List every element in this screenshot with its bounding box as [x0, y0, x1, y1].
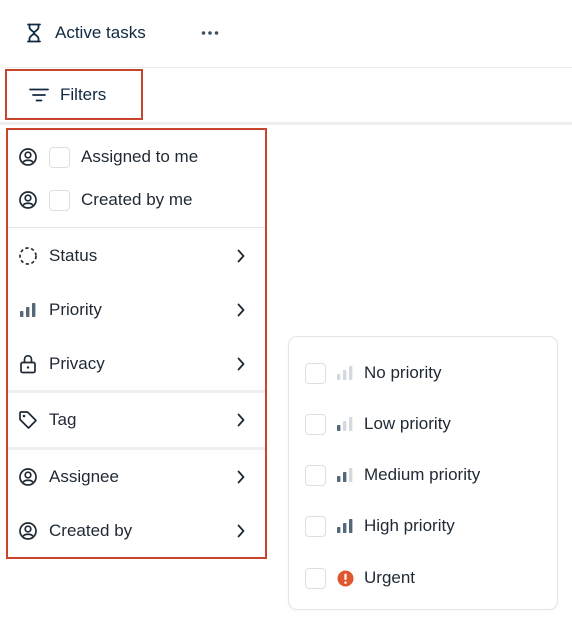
- created-by-me-checkbox[interactable]: [49, 189, 70, 211]
- created-by-me-label: Created by me: [81, 190, 193, 209]
- tag-icon: [18, 410, 38, 430]
- no-priority-checkbox[interactable]: [305, 362, 326, 384]
- chevron-right-icon: [235, 413, 247, 427]
- status-label: Status: [49, 246, 98, 265]
- assigned-to-me-checkbox[interactable]: [49, 146, 70, 168]
- filter-lines-icon: [29, 88, 49, 101]
- filter-priority[interactable]: Priority: [8, 292, 265, 328]
- privacy-label: Privacy: [49, 354, 105, 373]
- menu-divider: [8, 227, 265, 228]
- menu-divider: [8, 390, 265, 393]
- bar-chart-icon: [18, 300, 38, 320]
- user-circle-icon: [18, 147, 38, 167]
- assigned-to-me-label: Assigned to me: [81, 147, 199, 166]
- user-circle-icon: [18, 521, 38, 541]
- chevron-right-icon: [235, 524, 247, 538]
- urgent-label: Urgent: [364, 568, 416, 587]
- filters-label: Filters: [60, 84, 107, 104]
- priority-option-low[interactable]: Low priority: [289, 404, 557, 444]
- priority-high-icon: [336, 517, 354, 535]
- priority-medium-icon: [336, 466, 354, 484]
- high-priority-checkbox[interactable]: [305, 515, 326, 537]
- medium-priority-checkbox[interactable]: [305, 464, 326, 486]
- priority-submenu: No priority Low priority Medium priority…: [288, 336, 558, 610]
- filters-button[interactable]: Filters: [5, 69, 143, 120]
- priority-option-none[interactable]: No priority: [289, 353, 557, 393]
- chevron-right-icon: [235, 357, 247, 371]
- filter-assignee[interactable]: Assignee: [8, 459, 265, 495]
- created-by-label: Created by: [49, 521, 133, 540]
- menu-divider: [8, 447, 265, 450]
- filter-status[interactable]: Status: [8, 238, 265, 274]
- filter-created-by[interactable]: Created by: [8, 513, 265, 549]
- urgent-checkbox[interactable]: [305, 567, 326, 589]
- priority-option-high[interactable]: High priority: [289, 506, 557, 546]
- priority-option-medium[interactable]: Medium priority: [289, 455, 557, 495]
- high-priority-label: High priority: [364, 516, 455, 535]
- lock-icon: [18, 354, 38, 374]
- filter-created-by-me[interactable]: Created by me: [8, 185, 265, 215]
- filter-menu: Assigned to me Created by me Status Prio…: [6, 128, 267, 559]
- urgent-icon: [336, 569, 354, 587]
- user-circle-icon: [18, 190, 38, 210]
- priority-low-icon: [336, 415, 354, 433]
- chevron-right-icon: [235, 303, 247, 317]
- user-circle-icon: [18, 467, 38, 487]
- filter-bar: Filters: [0, 69, 572, 125]
- filter-assigned-to-me[interactable]: Assigned to me: [8, 142, 265, 172]
- chevron-right-icon: [235, 470, 247, 484]
- priority-label: Priority: [49, 300, 102, 319]
- assignee-label: Assignee: [49, 467, 119, 486]
- medium-priority-label: Medium priority: [364, 465, 481, 484]
- low-priority-label: Low priority: [364, 414, 451, 433]
- priority-option-urgent[interactable]: Urgent: [289, 558, 557, 598]
- view-title-label: Active tasks: [55, 23, 146, 42]
- view-title-button[interactable]: Active tasks: [26, 21, 146, 45]
- filter-privacy[interactable]: Privacy: [8, 346, 265, 382]
- more-horizontal-icon: [201, 31, 219, 35]
- hourglass-icon: [27, 23, 41, 43]
- chevron-right-icon: [235, 249, 247, 263]
- filter-tag[interactable]: Tag: [8, 402, 265, 438]
- top-bar: Active tasks: [0, 0, 572, 68]
- low-priority-checkbox[interactable]: [305, 413, 326, 435]
- more-options-button[interactable]: [198, 24, 222, 42]
- priority-none-icon: [336, 364, 354, 382]
- dashed-circle-icon: [18, 246, 38, 266]
- tag-label: Tag: [49, 410, 77, 429]
- no-priority-label: No priority: [364, 363, 442, 382]
